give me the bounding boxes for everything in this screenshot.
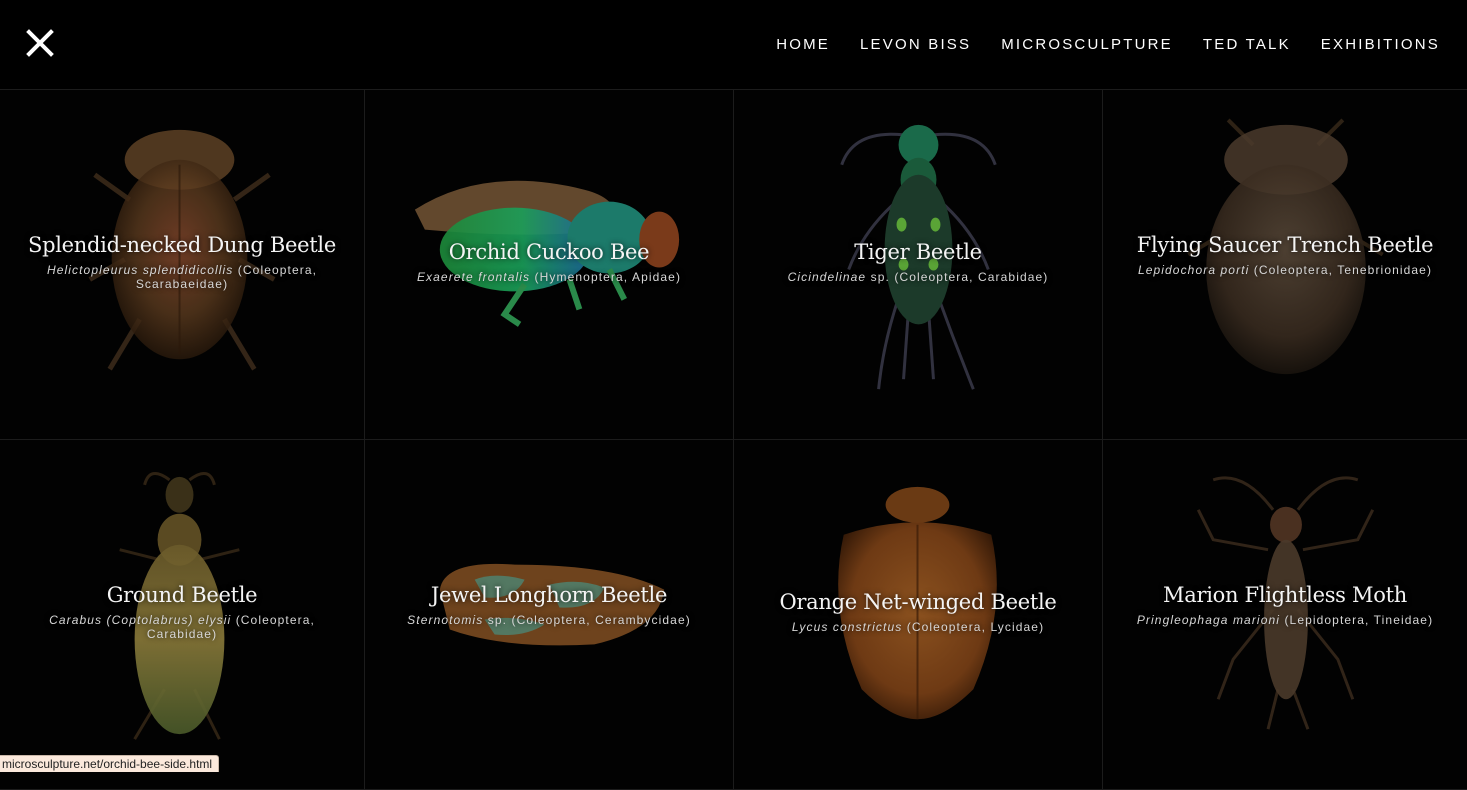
specimen-title: Orange Net-winged Beetle (754, 589, 1082, 615)
nav-ted-talk[interactable]: TED TALK (1203, 36, 1291, 54)
specimen-title: Orchid Cuckoo Bee (385, 239, 713, 265)
nav-levon-biss[interactable]: LEVON BISS (860, 36, 971, 54)
specimen-caption: Ground Beetle Carabus (Coptolabrus) elys… (20, 582, 344, 641)
header: HOME LEVON BISS MICROSCULPTURE TED TALK … (0, 0, 1467, 90)
specimen-caption: Orange Net-winged Beetle Lycus constrict… (754, 589, 1082, 634)
nav-exhibitions[interactable]: EXHIBITIONS (1321, 36, 1440, 54)
specimen-title: Flying Saucer Trench Beetle (1123, 232, 1447, 258)
close-icon[interactable] (24, 27, 56, 59)
link-status-bar: microsculpture.net/orchid-bee-side.html (0, 755, 219, 772)
specimen-caption: Flying Saucer Trench Beetle Lepidochora … (1123, 232, 1447, 277)
specimen-title: Splendid-necked Dung Beetle (20, 232, 344, 258)
specimen-scientific-name: Lycus constrictus (Coleoptera, Lycidae) (754, 620, 1082, 634)
specimen-scientific-name: Sternotomis sp. (Coleoptera, Cerambycida… (385, 613, 713, 627)
specimen-card-tiger-beetle[interactable]: Tiger Beetle Cicindelinae sp. (Coleopter… (734, 90, 1103, 440)
specimen-scientific-name: Carabus (Coptolabrus) elysii (Coleoptera… (20, 613, 344, 641)
specimen-caption: Orchid Cuckoo Bee Exaerete frontalis (Hy… (385, 239, 713, 284)
specimen-title: Ground Beetle (20, 582, 344, 608)
specimen-scientific-name: Helictopleurus splendidicollis (Coleopte… (20, 263, 344, 291)
specimen-caption: Splendid-necked Dung Beetle Helictopleur… (20, 232, 344, 291)
specimen-scientific-name: Pringleophaga marioni (Lepidoptera, Tine… (1123, 613, 1447, 627)
main-nav: HOME LEVON BISS MICROSCULPTURE TED TALK … (746, 36, 1440, 54)
specimen-scientific-name: Lepidochora porti (Coleoptera, Tenebrion… (1123, 263, 1447, 277)
specimen-caption: Marion Flightless Moth Pringleophaga mar… (1123, 582, 1447, 627)
nav-home[interactable]: HOME (776, 36, 830, 54)
specimen-title: Jewel Longhorn Beetle (385, 582, 713, 608)
specimen-card-flying-saucer-trench-beetle[interactable]: Flying Saucer Trench Beetle Lepidochora … (1103, 90, 1467, 440)
specimen-card-orange-net-winged-beetle[interactable]: Orange Net-winged Beetle Lycus constrict… (734, 440, 1103, 790)
specimen-caption: Jewel Longhorn Beetle Sternotomis sp. (C… (385, 582, 713, 627)
nav-microsculpture[interactable]: MICROSCULPTURE (1001, 36, 1173, 54)
specimen-card-orchid-cuckoo-bee[interactable]: Orchid Cuckoo Bee Exaerete frontalis (Hy… (365, 90, 734, 440)
specimen-card-ground-beetle[interactable]: Ground Beetle Carabus (Coptolabrus) elys… (0, 440, 365, 790)
specimen-title: Tiger Beetle (754, 239, 1082, 265)
specimen-card-dung-beetle[interactable]: Splendid-necked Dung Beetle Helictopleur… (0, 90, 365, 440)
specimen-scientific-name: Exaerete frontalis (Hymenoptera, Apidae) (385, 270, 713, 284)
specimen-scientific-name: Cicindelinae sp. (Coleoptera, Carabidae) (754, 270, 1082, 284)
specimen-card-marion-flightless-moth[interactable]: Marion Flightless Moth Pringleophaga mar… (1103, 440, 1467, 790)
specimen-card-jewel-longhorn-beetle[interactable]: Jewel Longhorn Beetle Sternotomis sp. (C… (365, 440, 734, 790)
specimen-title: Marion Flightless Moth (1123, 582, 1447, 608)
specimen-grid: Splendid-necked Dung Beetle Helictopleur… (0, 90, 1467, 790)
specimen-caption: Tiger Beetle Cicindelinae sp. (Coleopter… (754, 239, 1082, 284)
